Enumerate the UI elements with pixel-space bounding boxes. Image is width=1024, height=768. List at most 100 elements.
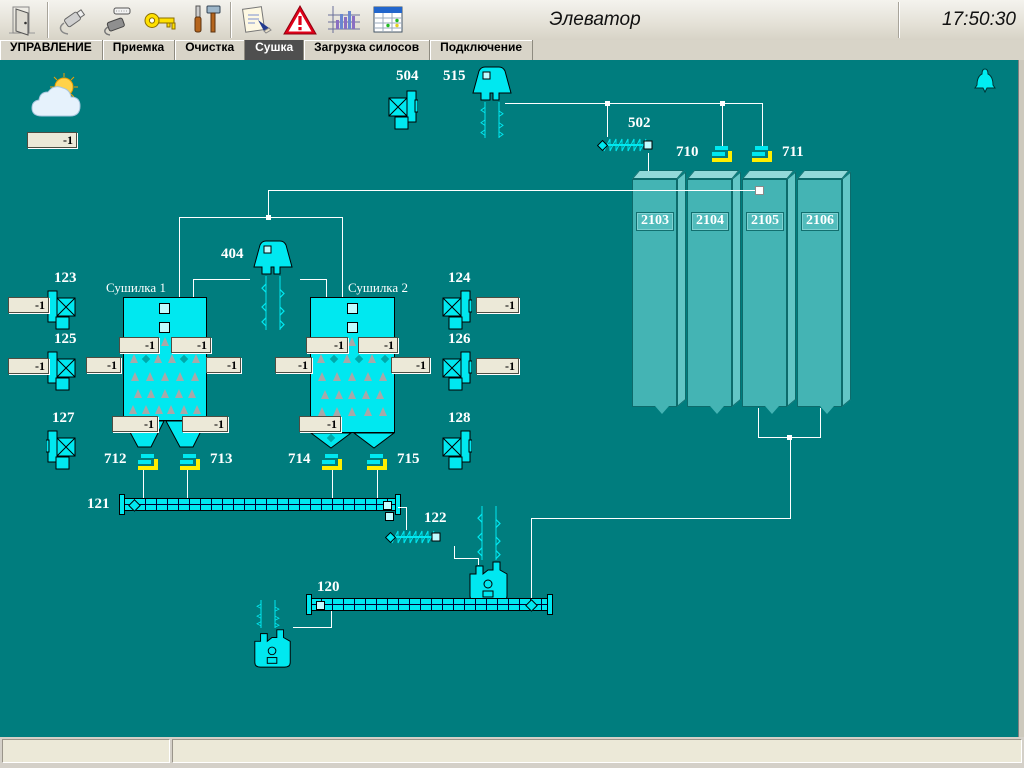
window-edge — [1018, 60, 1024, 737]
valve-714[interactable] — [320, 454, 346, 470]
fan-127[interactable] — [46, 430, 76, 470]
tools-icon — [188, 3, 222, 37]
bell-icon[interactable] — [973, 68, 997, 96]
pipe-line — [300, 279, 326, 280]
pipe-line — [332, 470, 333, 498]
elevator-404-label: 404 — [221, 246, 244, 263]
silo-front-face: 2105 — [742, 179, 787, 407]
tab-priemka[interactable]: Приемка — [103, 40, 175, 60]
screw-502-label: 502 — [628, 115, 651, 132]
pipe-line — [531, 518, 791, 519]
conveyor-121-tail-marker — [385, 512, 394, 521]
valve-711[interactable] — [750, 146, 776, 162]
silo-side-face — [787, 171, 796, 407]
pipe-line — [607, 103, 608, 137]
fan-126-value: -1 — [476, 358, 519, 374]
fan-126[interactable] — [442, 351, 472, 391]
pipe-line — [790, 437, 791, 518]
valve-713[interactable] — [178, 454, 204, 470]
dryer1-temp-mid-right: -1 — [206, 357, 241, 373]
fan-123-label: 123 — [54, 270, 77, 287]
conveyor-120-label: 120 — [317, 579, 340, 596]
dryer2-hoppers — [310, 433, 395, 450]
silo-2106[interactable]: 2106 — [797, 170, 853, 410]
conveyor-120-right-cap — [547, 594, 553, 615]
connector-button[interactable] — [95, 1, 139, 39]
key-button[interactable] — [139, 1, 183, 39]
dryer2-temp-mid-left: -1 — [275, 357, 312, 373]
dryer-sensor-square — [159, 322, 170, 333]
pipe-line — [478, 558, 479, 565]
elevator-404-chain — [261, 276, 285, 330]
conveyor-121-left-cap — [119, 494, 125, 515]
dryer1-temp-bottom-right: -1 — [182, 416, 228, 432]
dryer2-burner-row — [314, 372, 391, 381]
alarm-button[interactable] — [278, 1, 322, 39]
pipe-line — [193, 279, 250, 280]
valve-715-label: 715 — [397, 451, 420, 468]
bl-elevator-boot[interactable] — [250, 626, 296, 670]
fan-504[interactable] — [388, 90, 418, 130]
valve-711-label: 711 — [782, 144, 804, 161]
pipe-line — [406, 507, 407, 530]
conveyor-120[interactable] — [310, 598, 550, 611]
fan-128[interactable] — [442, 430, 472, 470]
silo-2103[interactable]: 2103 — [632, 170, 688, 410]
pipe-junction — [720, 101, 725, 106]
conveyor-121[interactable] — [123, 498, 398, 511]
cable-button[interactable] — [51, 1, 95, 39]
dryer2-burner-row — [314, 407, 391, 416]
valve-715[interactable] — [365, 454, 391, 470]
tab-upravlenie[interactable]: УПРАВЛЕНИЕ — [0, 40, 103, 60]
pipe-line — [758, 408, 759, 437]
fan-124[interactable] — [442, 290, 472, 330]
page-title: Элеватор — [430, 9, 760, 31]
dryer1-temp-mid-left: -1 — [86, 357, 121, 373]
mid-elevator-chain — [477, 506, 501, 560]
tab-bar: УПРАВЛЕНИЕ Приемка Очистка Сушка Загрузк… — [0, 40, 1024, 61]
dryer1-temp-top-left: -1 — [119, 337, 159, 353]
dryer1-burner-row — [127, 354, 203, 363]
bucket-elevator-515[interactable] — [466, 64, 518, 102]
valve-710[interactable] — [710, 146, 736, 162]
screw-conveyor-502[interactable] — [597, 136, 654, 154]
pipe-line — [331, 611, 332, 627]
silo-label: 2104 — [691, 212, 729, 231]
tab-zagruzka-silosov[interactable]: Загрузка силосов — [304, 40, 430, 60]
valve-712-label: 712 — [104, 451, 127, 468]
silo-2104[interactable]: 2104 — [687, 170, 743, 410]
connector-icon — [100, 3, 134, 37]
dryer-sensor-square — [347, 322, 358, 333]
trends-icon — [326, 3, 362, 37]
dryer1-burner-row — [131, 389, 199, 398]
dryer2-burner-row — [318, 390, 387, 399]
dryer2-temp-top-left: -1 — [306, 337, 348, 353]
bucket-elevator-404[interactable] — [247, 238, 299, 276]
dryer1-temp-top-right: -1 — [171, 337, 211, 353]
valve-712[interactable] — [136, 454, 162, 470]
fan-125[interactable] — [46, 351, 76, 391]
pipe-line — [342, 217, 343, 297]
bl-elevator-chain — [256, 600, 280, 628]
dryer2-temp-top-right: -1 — [358, 337, 398, 353]
screw-conveyor-122[interactable] — [385, 528, 442, 546]
fan-125-label: 125 — [54, 331, 77, 348]
dryer-sensor-square — [159, 303, 170, 314]
table-button[interactable] — [366, 1, 410, 39]
pipe-line — [143, 470, 144, 498]
tools-button[interactable] — [183, 1, 227, 39]
valve-714-label: 714 — [288, 451, 311, 468]
valve-710-label: 710 — [676, 144, 699, 161]
tab-podklyuchenie[interactable]: Подключение — [430, 40, 533, 60]
fan-123[interactable] — [46, 290, 76, 330]
tab-ochistka[interactable]: Очистка — [175, 40, 245, 60]
tab-sushka[interactable]: Сушка — [245, 40, 304, 60]
exit-button[interactable] — [0, 1, 44, 39]
pipe-line — [193, 279, 194, 297]
silo-2105[interactable]: 2105 — [742, 170, 798, 410]
silo-side-face — [842, 171, 851, 407]
pipe-line — [268, 190, 760, 191]
report-button[interactable] — [234, 1, 278, 39]
trends-button[interactable] — [322, 1, 366, 39]
status-panel-right — [172, 739, 1022, 763]
